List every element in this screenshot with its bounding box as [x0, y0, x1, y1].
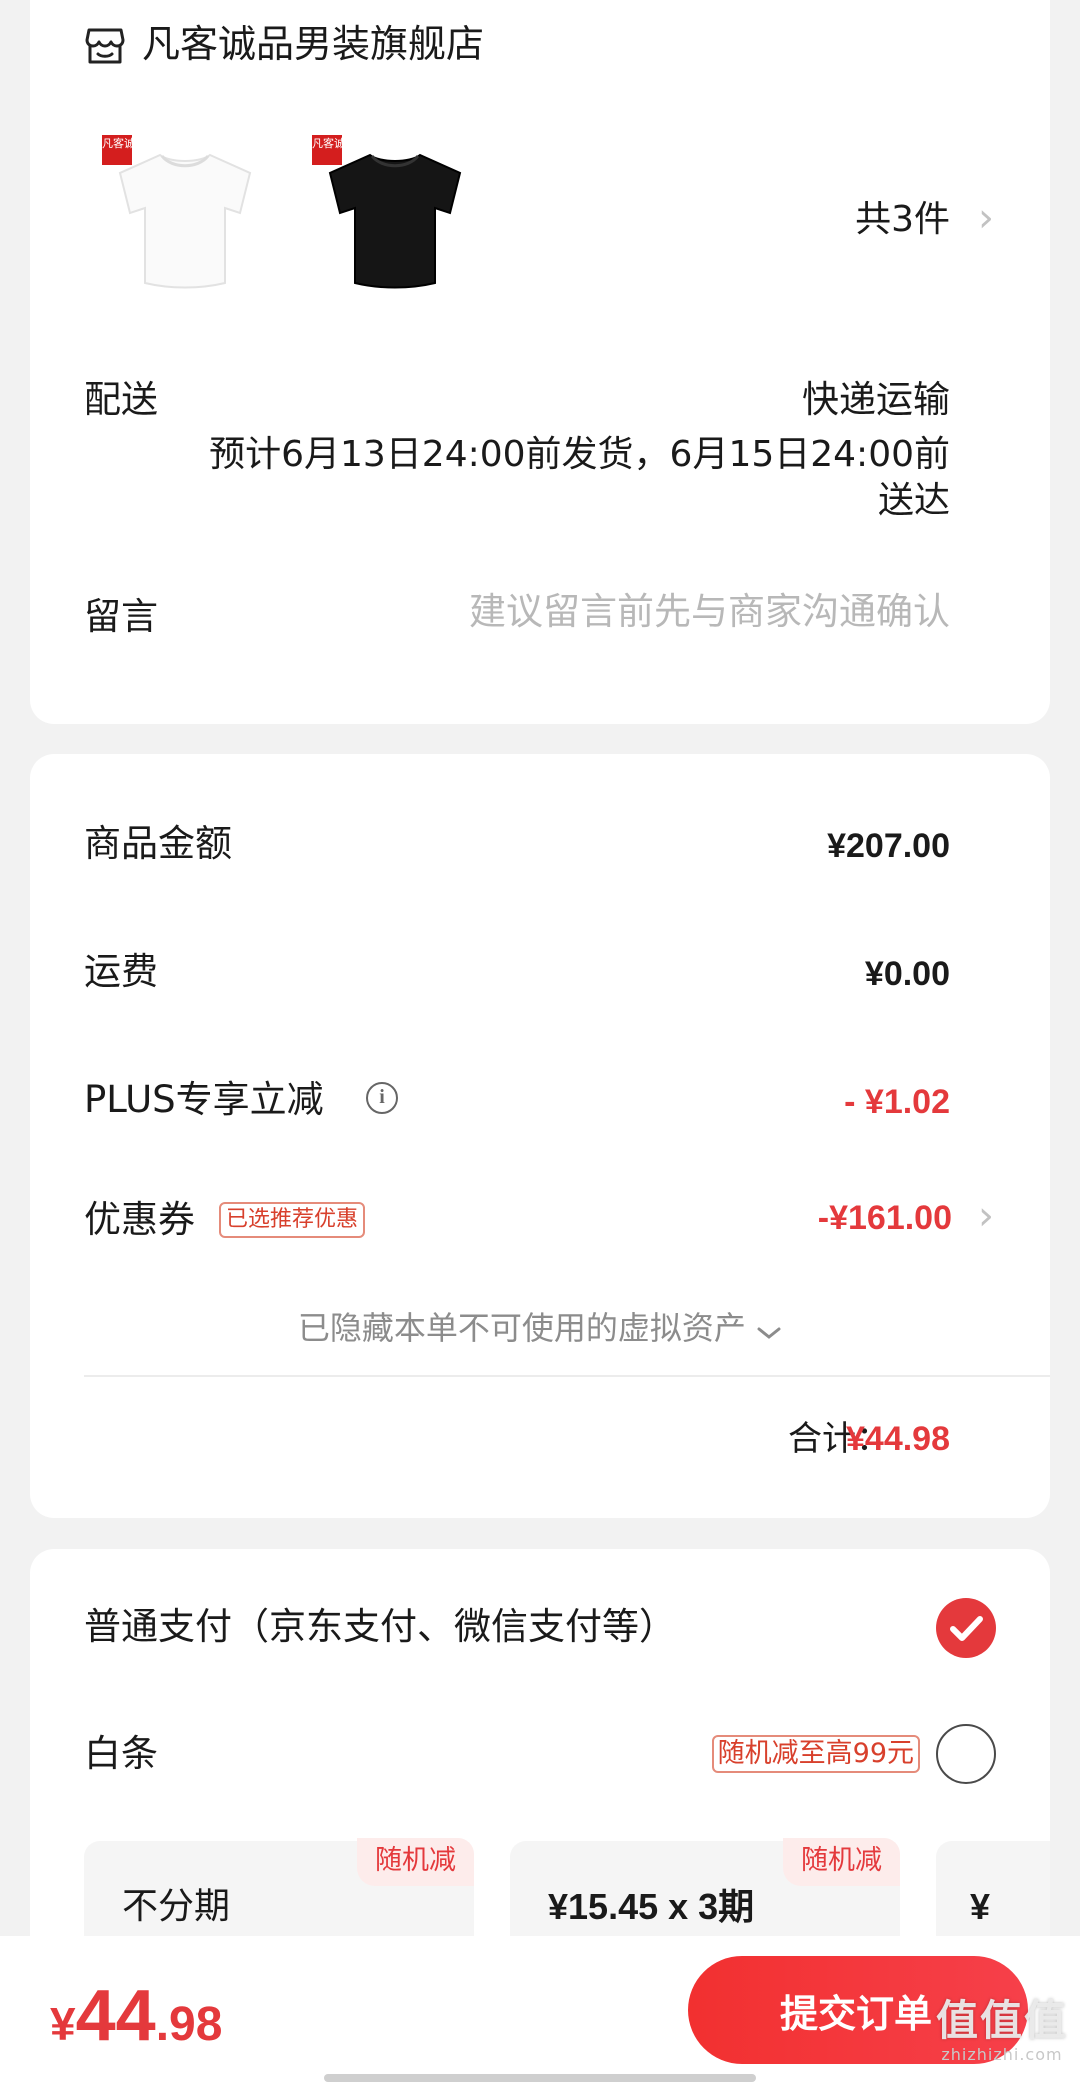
payment-option-normal[interactable]: 普通支付（京东支付、微信支付等） [84, 1605, 676, 1649]
plus-discount-value: - ¥1.02 [844, 1083, 950, 1121]
chevron-right-icon[interactable]: › [978, 1194, 994, 1238]
product-thumbnail[interactable]: 凡客诚品 [310, 133, 480, 303]
divider [84, 1375, 1050, 1377]
coupon-label: 优惠券 [84, 1198, 195, 1241]
installment-title: ¥ [970, 1886, 991, 1927]
delivery-mode[interactable]: 快递运输 [802, 378, 950, 422]
message-label: 留言 [84, 595, 158, 638]
goods-amount-value: ¥207.00 [827, 827, 950, 865]
price-currency: ¥ [50, 1998, 76, 2050]
watermark-text: 值值值 [935, 1996, 1068, 2045]
goods-amount-label: 商品金额 [84, 822, 232, 865]
delivery-estimate: 预计6月13日24:00前发货，6月15日24:00前送达 [209, 434, 950, 521]
brand-badge: 凡客诚品 [312, 135, 356, 165]
plus-discount-label: PLUS专享立减 [84, 1078, 324, 1121]
coupon-value[interactable]: -¥161.00 [818, 1196, 952, 1240]
hidden-assets-text: 已隐藏本单不可使用的虚拟资产 [297, 1309, 746, 1347]
shipping-fee-value: ¥0.00 [864, 955, 950, 993]
baitiao-promo-tag: 随机减至高99元 [711, 1735, 920, 1773]
radio-unselected-icon[interactable] [936, 1724, 996, 1784]
price-summary-card: 商品金额 ¥207.00 运费 ¥0.00 PLUS专享立减 i - ¥1.02… [30, 754, 1050, 1518]
random-discount-tag: 随机减 [783, 1838, 900, 1886]
bottom-bar: ¥44.98 提交订单 值值值 zhizhizhi.com [0, 1936, 1080, 2084]
info-icon[interactable]: i [366, 1082, 398, 1114]
store-icon [84, 26, 126, 66]
chevron-down-icon [756, 1308, 782, 1352]
coupon-recommended-tag: 已选推荐优惠 [219, 1202, 366, 1238]
message-input[interactable] [350, 586, 950, 636]
checkmark-selected-icon[interactable] [936, 1598, 996, 1658]
chevron-right-icon[interactable]: › [978, 196, 994, 240]
product-thumbnail[interactable]: 凡客诚品 [100, 133, 270, 303]
shipping-fee-label: 运费 [84, 950, 158, 993]
hidden-assets-toggle[interactable]: 已隐藏本单不可使用的虚拟资产 [30, 1306, 1050, 1352]
total-price-display: ¥44.98 [50, 1976, 222, 2076]
price-integer: 44 [75, 1976, 156, 2056]
watermark-url: zhizhizhi.com [941, 2045, 1063, 2064]
home-indicator [324, 2074, 756, 2082]
total-value: ¥44.98 [846, 1420, 950, 1458]
random-discount-tag: 随机减 [357, 1838, 474, 1886]
brand-badge: 凡客诚品 [102, 135, 146, 165]
price-decimal: .98 [155, 1998, 223, 2051]
store-name[interactable]: 凡客诚品男装旗舰店 [142, 22, 484, 66]
watermark-logo: 值值值 zhizhizhi.com [934, 1996, 1070, 2064]
item-count[interactable]: 共3件 [855, 198, 950, 242]
installment-title: ¥15.45 x 3期 [548, 1886, 755, 1927]
store-card: 凡客诚品男装旗舰店 凡客诚品 凡客诚品 共3件 › 配送 快递运输 预计6月13… [30, 0, 1050, 724]
installment-title: 不分期 [122, 1886, 231, 1927]
delivery-label: 配送 [84, 378, 158, 421]
payment-option-baitiao[interactable]: 白条 [84, 1732, 158, 1776]
